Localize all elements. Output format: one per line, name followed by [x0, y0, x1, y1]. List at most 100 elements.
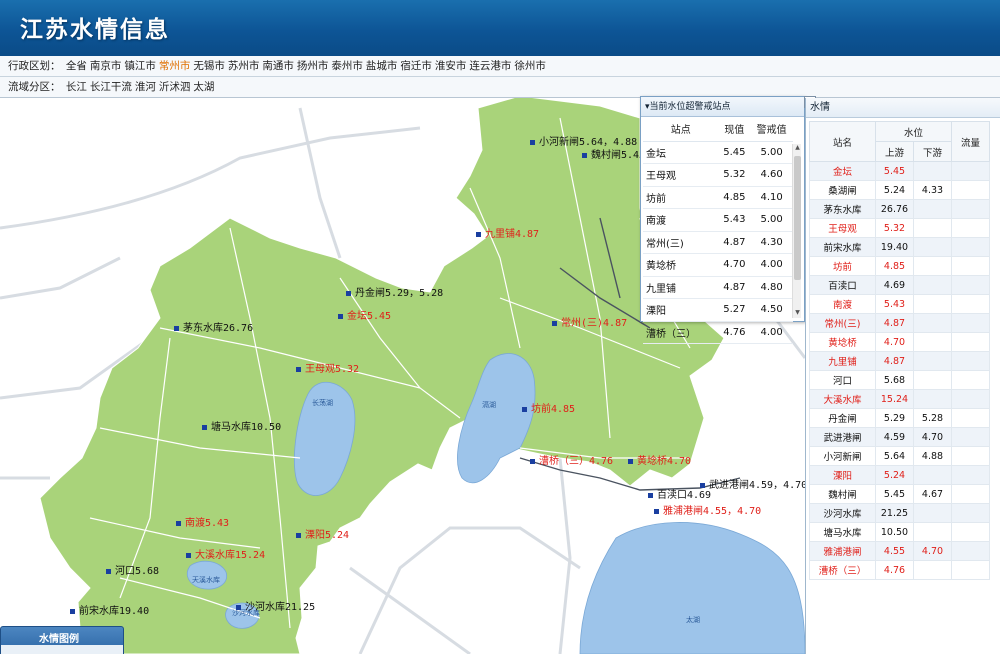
station-marker-icon[interactable]	[70, 608, 75, 614]
popup-scrollbar[interactable]: ▲ ▼	[792, 144, 801, 318]
water-row[interactable]: 溧阳 5.24	[809, 465, 990, 485]
water-row[interactable]: 金坛 5.45	[809, 161, 990, 181]
station-marker[interactable]: 丹金闸5.29，5.28	[346, 284, 443, 299]
station-marker-icon[interactable]	[530, 458, 535, 464]
station-marker-icon[interactable]	[552, 320, 557, 326]
water-row[interactable]: 桑湖闸 5.24 4.33	[809, 180, 990, 200]
admin-filter-item[interactable]: 泰州市	[331, 60, 363, 72]
station-marker-icon[interactable]	[476, 231, 481, 237]
admin-filter-item[interactable]: 常州市	[159, 60, 191, 72]
alarm-row[interactable]: 常州(三) 4.87 4.30	[643, 231, 793, 254]
water-row[interactable]: 王母观 5.32	[809, 218, 990, 238]
alarm-stations-popup[interactable]: ▾当前水位超警戒站点 ↗ 站点现值警戒值 金坛5.455.00王母观5.324.…	[640, 96, 816, 344]
scroll-thumb[interactable]	[794, 156, 801, 280]
station-marker[interactable]: 前宋水库19.40	[70, 602, 149, 617]
station-marker[interactable]: 雅浦港闸4.55，4.70	[654, 502, 761, 517]
station-marker[interactable]: 金坛5.45	[338, 307, 391, 322]
station-marker[interactable]: 九里铺4.87	[476, 225, 539, 240]
water-row[interactable]: 丹金闸 5.29 5.28	[809, 408, 990, 428]
water-row[interactable]: 前宋水库 19.40	[809, 237, 990, 257]
basin-filter-item[interactable]: 淮河	[135, 81, 156, 93]
flow-cell	[951, 275, 990, 295]
station-marker[interactable]: 河口5.68	[106, 562, 159, 577]
station-marker-icon[interactable]	[530, 139, 535, 145]
station-marker-icon[interactable]	[582, 152, 587, 158]
water-row[interactable]: 河口 5.68	[809, 370, 990, 390]
basin-filter-item[interactable]: 沂沭泗	[159, 81, 191, 93]
station-marker-icon[interactable]	[296, 366, 301, 372]
water-row[interactable]: 茅东水库 26.76	[809, 199, 990, 219]
admin-filter-item[interactable]: 苏州市	[228, 60, 260, 72]
current-value-cell: 5.43	[718, 208, 751, 232]
alarm-row[interactable]: 坊前 4.85 4.10	[643, 186, 793, 209]
water-row[interactable]: 小河新闸 5.64 4.88	[809, 446, 990, 466]
alarm-row[interactable]: 金坛 5.45 5.00	[643, 141, 793, 164]
water-row[interactable]: 武进港闸 4.59 4.70	[809, 427, 990, 447]
water-row[interactable]: 南渡 5.43	[809, 294, 990, 314]
admin-filter-item[interactable]: 淮安市	[435, 60, 467, 72]
station-marker[interactable]: 溧阳5.24	[296, 526, 349, 541]
station-marker[interactable]: 武进港闸4.59，4.70	[700, 476, 805, 491]
basin-filter-item[interactable]: 太湖	[193, 81, 214, 93]
admin-filter-item[interactable]: 连云港市	[469, 60, 511, 72]
alarm-row[interactable]: 黄埝桥 4.70 4.00	[643, 253, 793, 277]
water-row[interactable]: 黄埝桥 4.70	[809, 332, 990, 352]
station-marker[interactable]: 常州(三)4.87	[552, 314, 627, 329]
water-row[interactable]: 大溪水库 15.24	[809, 389, 990, 409]
admin-filter-item[interactable]: 镇江市	[124, 60, 156, 72]
alarm-row[interactable]: 南渡 5.43 5.00	[643, 208, 793, 232]
water-row[interactable]: 魏村闸 5.45 4.67	[809, 484, 990, 504]
scroll-down-icon[interactable]: ▼	[793, 309, 802, 318]
admin-filter-item[interactable]: 宿迁市	[400, 60, 432, 72]
station-marker-icon[interactable]	[202, 424, 207, 430]
admin-filter-item[interactable]: 南京市	[90, 60, 122, 72]
alarm-row[interactable]: 漕桥（三） 4.76 4.00	[643, 321, 793, 344]
water-row[interactable]: 常州(三) 4.87	[809, 313, 990, 333]
basin-filter-item[interactable]: 长江	[66, 81, 87, 93]
station-marker[interactable]: 茅东水库26.76	[174, 319, 253, 334]
station-marker[interactable]: 塘马水库10.50	[202, 418, 281, 433]
station-marker[interactable]: 黄埝桥4.70	[628, 452, 691, 467]
station-marker[interactable]: 大溪水库15.24	[186, 546, 265, 561]
station-marker-icon[interactable]	[106, 568, 111, 574]
water-row[interactable]: 百渎口 4.69	[809, 275, 990, 295]
basin-filter-item[interactable]: 长江干流	[90, 81, 132, 93]
water-row[interactable]: 沙河水库 21.25	[809, 503, 990, 523]
admin-filter-item[interactable]: 盐城市	[366, 60, 398, 72]
water-row[interactable]: 塘马水库 10.50	[809, 522, 990, 542]
water-row[interactable]: 雅浦港闸 4.55 4.70	[809, 541, 990, 561]
admin-filter-item[interactable]: 扬州市	[297, 60, 329, 72]
station-marker[interactable]: 坊前4.85	[522, 400, 575, 415]
station-marker-icon[interactable]	[628, 458, 633, 464]
legend-tab[interactable]: 水情图例	[0, 626, 124, 654]
water-row[interactable]: 九里铺 4.87	[809, 351, 990, 371]
alarm-row[interactable]: 溧阳 5.27 4.50	[643, 298, 793, 322]
station-marker-icon[interactable]	[346, 290, 351, 296]
water-row[interactable]: 漕桥（三） 4.76	[809, 560, 990, 580]
station-marker-icon[interactable]	[338, 313, 343, 319]
station-marker-icon[interactable]	[648, 492, 653, 498]
station-marker-icon[interactable]	[186, 552, 191, 558]
admin-filter-item[interactable]: 徐州市	[514, 60, 546, 72]
station-marker[interactable]: 沙河水库21.25	[236, 598, 315, 613]
station-marker-icon[interactable]	[174, 325, 179, 331]
station-marker-icon[interactable]	[236, 604, 241, 610]
station-marker-icon[interactable]	[296, 532, 301, 538]
popup-title-bar[interactable]: ▾当前水位超警戒站点	[641, 97, 804, 117]
station-marker-icon[interactable]	[654, 508, 659, 514]
station-marker[interactable]: 漕桥（三）4.76	[530, 452, 613, 467]
station-marker-icon[interactable]	[176, 520, 181, 526]
scroll-up-icon[interactable]: ▲	[793, 144, 802, 153]
downstream-cell	[913, 294, 952, 314]
water-row[interactable]: 坊前 4.85	[809, 256, 990, 276]
alarm-row[interactable]: 九里铺 4.87 4.80	[643, 276, 793, 299]
admin-filter-item[interactable]: 全省	[66, 60, 87, 72]
station-marker[interactable]: 王母观5.32	[296, 360, 359, 375]
alarm-row[interactable]: 王母观 5.32 4.60	[643, 163, 793, 187]
admin-filter-item[interactable]: 南通市	[262, 60, 294, 72]
station-marker[interactable]: 南渡5.43	[176, 514, 229, 529]
station-marker[interactable]: 百渎口4.69	[648, 486, 711, 501]
station-marker-icon[interactable]	[522, 406, 527, 412]
station-marker[interactable]: 魏村闸5.45	[582, 146, 645, 161]
admin-filter-item[interactable]: 无锡市	[193, 60, 225, 72]
